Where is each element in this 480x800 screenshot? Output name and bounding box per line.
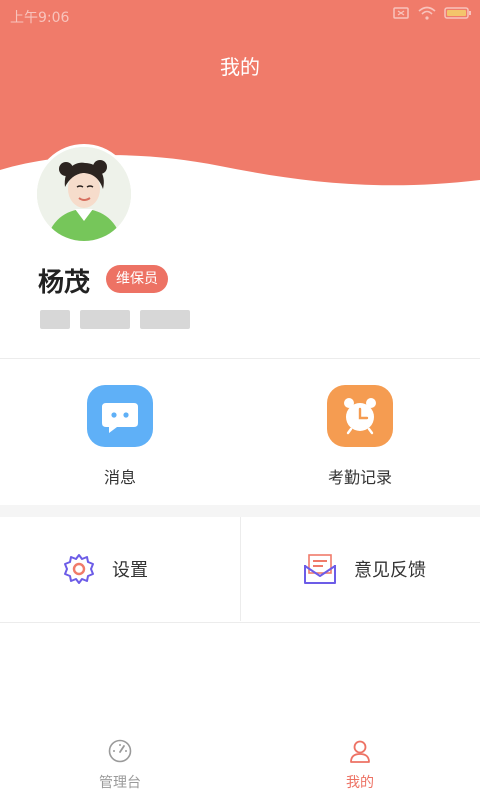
- redacted-info-3: [140, 310, 190, 329]
- alarm-clock-icon: [327, 385, 393, 447]
- menu-settings-label: 设置: [112, 560, 148, 581]
- avatar[interactable]: [34, 144, 134, 244]
- shortcut-messages[interactable]: 消息: [60, 385, 180, 488]
- menu-feedback[interactable]: 意见反馈: [302, 517, 426, 621]
- avatar-photo: [37, 147, 131, 241]
- shortcut-attendance[interactable]: 考勤记录: [300, 385, 420, 488]
- sim-icon: [393, 7, 409, 19]
- shortcut-attendance-label: 考勤记录: [327, 468, 392, 487]
- profile-divider: [0, 358, 480, 359]
- user-name: 杨茂: [38, 268, 91, 298]
- role-badge: 维保员: [106, 265, 168, 293]
- wifi-icon: [418, 6, 436, 20]
- menu-feedback-label: 意见反馈: [354, 560, 426, 581]
- shortcut-messages-label: 消息: [103, 468, 136, 487]
- person-icon: [350, 740, 370, 763]
- battery-icon: [444, 7, 471, 19]
- gear-icon: [64, 554, 94, 584]
- tab-mine-label: 我的: [346, 775, 374, 791]
- tab-dashboard-label: 管理台: [99, 775, 141, 791]
- chat-bubble-icon: [87, 385, 153, 447]
- page-title: 我的: [220, 55, 260, 79]
- tab-mine[interactable]: 我的: [310, 738, 410, 792]
- section-gap: [0, 505, 480, 517]
- menu-settings[interactable]: 设置: [62, 517, 148, 621]
- status-bar: 上午9:06: [0, 0, 480, 32]
- feedback-envelope-icon: [304, 554, 336, 584]
- status-icons: [392, 6, 472, 20]
- menu-divider-vertical: [240, 517, 241, 621]
- redacted-info-2: [80, 310, 130, 329]
- redacted-info-1: [40, 310, 70, 329]
- dashboard-gauge-icon: [108, 739, 132, 763]
- status-time: 上午9:06: [10, 10, 70, 26]
- tab-dashboard[interactable]: 管理台: [70, 738, 170, 792]
- menu-divider-bottom: [0, 622, 480, 623]
